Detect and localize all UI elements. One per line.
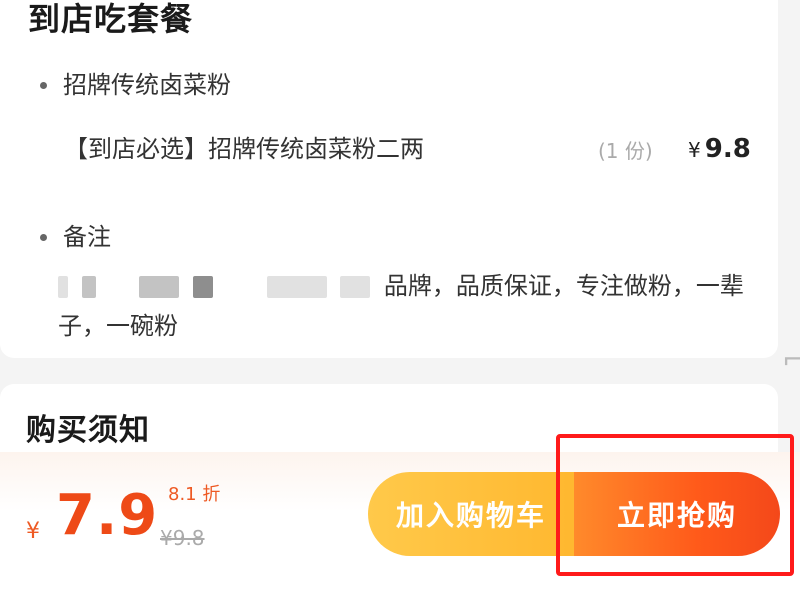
price-currency: ¥ [26, 519, 40, 544]
redacted-block [58, 276, 68, 298]
item-currency: ¥ [688, 138, 701, 162]
item-price-value: 9.8 [704, 134, 751, 164]
side-edge-icon: ⌐ [782, 343, 800, 376]
original-price: ¥9.8 [160, 526, 205, 550]
current-price: 7.9 [56, 483, 159, 548]
redacted-block [266, 276, 327, 298]
redacted-block [139, 276, 180, 298]
category-label: 招牌传统卤菜粉 [63, 71, 231, 99]
purchase-notes-title: 购买须知 [26, 413, 150, 448]
note-text: 品牌，品质保证，专注做粉，一辈子，一碗粉 [58, 266, 748, 346]
package-title: 到店吃套餐 [28, 0, 194, 38]
note-bullet-row: 备注 [40, 222, 111, 252]
package-item-row: 【到店必选】招牌传统卤菜粉二两 (1 份) ¥9.8 [64, 132, 764, 168]
buy-now-button[interactable]: 立即抢购 [574, 472, 780, 556]
item-quantity: (1 份) [598, 139, 653, 163]
item-name: 【到店必选】招牌传统卤菜粉二两 [64, 135, 424, 163]
bullet-dot-icon [40, 233, 47, 241]
discount-badge: 8.1 折 [168, 484, 221, 505]
note-label: 备注 [63, 223, 111, 251]
redacted-block [81, 276, 96, 298]
page: 到店吃套餐 招牌传统卤菜粉 【到店必选】招牌传统卤菜粉二两 (1 份) ¥9.8… [0, 0, 800, 600]
add-to-cart-button[interactable]: 加入购物车 [368, 472, 608, 556]
bullet-dot-icon [40, 81, 47, 89]
category-bullet-row: 招牌传统卤菜粉 [40, 70, 231, 100]
item-price: ¥9.8 [688, 132, 751, 167]
redacted-block [192, 276, 213, 298]
redacted-block [340, 276, 371, 298]
